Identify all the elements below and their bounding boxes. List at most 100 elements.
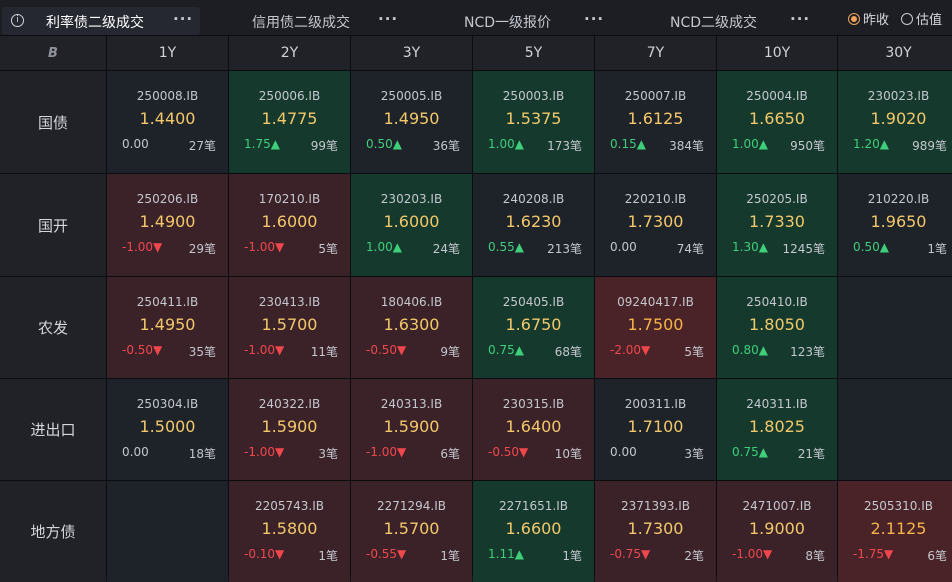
bond-cell[interactable]: 170210.IB 1.6000 -1.00▼ 5笔 [229,174,350,276]
tab-credit-bond-secondary[interactable]: 信用债二级成交 ··· [246,7,406,35]
bond-code: 170210.IB [258,192,321,206]
bond-cell[interactable]: 250411.IB 1.4950 -0.50▼ 35笔 [107,277,228,378]
trade-count: 3笔 [684,447,704,461]
bond-cell[interactable]: 250005.IB 1.4950 0.50▲ 36笔 [351,71,472,173]
bond-cell[interactable]: 2205743.IB 1.5800 -0.10▼ 1笔 [229,481,350,582]
bond-code: 210220.IB [867,192,930,206]
trade-count: 213笔 [547,242,582,256]
bond-cell[interactable]: 2371393.IB 1.7300 -0.75▼ 2笔 [595,481,716,582]
tenor-header-5y[interactable]: 5Y [473,36,594,70]
bond-cell[interactable]: 2471007.IB 1.9000 -1.00▼ 8笔 [717,481,837,582]
tenor-header-3y[interactable]: 3Y [351,36,472,70]
bond-code: 230413.IB [258,295,321,309]
bond-cell[interactable]: 240322.IB 1.5900 -1.00▼ 3笔 [229,379,350,480]
bond-cell[interactable]: 09240417.IB 1.7500 -2.00▼ 5笔 [595,277,716,378]
bond-cell[interactable]: 230023.IB 1.9020 1.20▲ 989笔 [838,71,952,173]
more-icon[interactable]: ··· [790,10,810,28]
bond-cell[interactable]: 250304.IB 1.5000 0.00 18笔 [107,379,228,480]
tenor-header-2y[interactable]: 2Y [229,36,350,70]
bond-yield: 1.5900 [383,417,440,436]
yield-change: -1.00▼ [244,445,285,459]
bond-code: 250007.IB [624,89,687,103]
bond-yield: 1.6230 [505,212,562,231]
bond-yield: 1.4950 [139,315,196,334]
bond-code: 250206.IB [136,192,199,206]
more-icon[interactable]: ··· [173,10,193,28]
bond-cell[interactable]: 220210.IB 1.7300 0.00 74笔 [595,174,716,276]
bond-yield: 1.4400 [139,109,196,128]
bond-yield: 1.5000 [139,417,196,436]
tenor-header-10y[interactable]: 10Y [717,36,837,70]
yield-change: 0.00 [122,137,149,151]
bond-code: 250410.IB [746,295,808,309]
yield-change: -1.00▼ [122,240,163,254]
bond-code: 250005.IB [380,89,443,103]
bond-yield: 1.4775 [261,109,318,128]
tenor-header-30y[interactable]: 30Y [838,36,952,70]
bond-cell[interactable]: 240311.IB 1.8025 0.75▲ 21笔 [717,379,837,480]
trade-count: 123笔 [790,345,825,359]
more-icon[interactable]: ··· [378,10,398,28]
bond-cell[interactable]: 240208.IB 1.6230 0.55▲ 213笔 [473,174,594,276]
trade-count: 5笔 [318,242,338,256]
bond-cell[interactable]: 250006.IB 1.4775 1.75▲ 99笔 [229,71,350,173]
bond-yield: 1.6400 [505,417,562,436]
row-header: 进出口 [0,379,106,480]
bond-code: 180406.IB [380,295,443,309]
top-tab-bar: i 利率债二级成交 ··· 信用债二级成交 ··· NCD一级报价 ··· NC… [0,0,952,36]
tab-ncd-secondary[interactable]: NCD二级成交 ··· [666,7,812,35]
yield-change: -0.75▼ [610,547,651,561]
tab-rate-bond-secondary[interactable]: i 利率债二级成交 ··· [2,7,200,35]
bond-cell[interactable]: 210220.IB 1.9650 0.50▲ 1笔 [838,174,952,276]
row-header: 国债 [0,71,106,173]
radio-label: 昨收 [862,13,889,28]
bond-cell[interactable]: 230315.IB 1.6400 -0.50▼ 10笔 [473,379,594,480]
radio-valuation[interactable]: 估值 [900,9,942,28]
trade-count: 950笔 [790,139,825,153]
bond-cell[interactable]: 2271651.IB 1.6600 1.11▲ 1笔 [473,481,594,582]
bond-code: 2505310.IB [863,499,934,513]
bond-cell[interactable]: 250410.IB 1.8050 0.80▲ 123笔 [717,277,837,378]
bond-cell[interactable]: 250008.IB 1.4400 0.00 27笔 [107,71,228,173]
bond-cell[interactable]: 2505310.IB 2.1125 -1.75▼ 6笔 [838,481,952,582]
bond-cell[interactable]: 250003.IB 1.5375 1.00▲ 173笔 [473,71,594,173]
bond-cell[interactable]: 200311.IB 1.7100 0.00 3笔 [595,379,716,480]
trade-count: 8笔 [805,549,825,563]
trade-count: 1笔 [318,549,338,563]
more-icon[interactable]: ··· [584,10,604,28]
bond-cell[interactable]: 230413.IB 1.5700 -1.00▼ 11笔 [229,277,350,378]
bond-code: 2471007.IB [742,499,812,513]
yield-change: 0.75▲ [488,343,524,357]
radio-prev-close[interactable]: 昨收 [847,9,889,28]
bond-cell[interactable]: 250205.IB 1.7330 1.30▲ 1245笔 [717,174,837,276]
trade-count: 384笔 [669,139,704,153]
bond-cell[interactable]: 230203.IB 1.6000 1.00▲ 24笔 [351,174,472,276]
bond-cell[interactable]: 250004.IB 1.6650 1.00▲ 950笔 [717,71,837,173]
trade-count: 10笔 [554,447,582,461]
radio-checked-icon[interactable] [847,12,860,25]
bond-yield: 1.5700 [261,315,318,334]
yield-matrix: B 1Y 2Y 3Y 5Y 7Y 10Y 30Y 国债 250008.IB 1.4400 0.00 27… [0,36,952,582]
yield-change: 1.00▲ [732,137,768,151]
tenor-header-1y[interactable]: 1Y [107,36,228,70]
trade-count: 1笔 [440,549,460,563]
bond-cell[interactable]: 240313.IB 1.5900 -1.00▼ 6笔 [351,379,472,480]
bond-yield: 1.7330 [749,212,805,231]
radio-unchecked-icon[interactable] [900,12,913,25]
bond-yield: 1.6650 [749,109,805,128]
bond-yield: 1.4900 [139,212,196,231]
bond-cell[interactable]: 2271294.IB 1.5700 -0.55▼ 1笔 [351,481,472,582]
bond-cell[interactable]: 250007.IB 1.6125 0.15▲ 384笔 [595,71,716,173]
bond-code: 250008.IB [136,89,199,103]
tab-ncd-primary-quote[interactable]: NCD一级报价 ··· [460,7,610,35]
bond-cell[interactable]: 250206.IB 1.4900 -1.00▼ 29笔 [107,174,228,276]
bond-code: 250205.IB [746,192,808,206]
info-icon[interactable]: i [11,14,24,27]
tenor-header-7y[interactable]: 7Y [595,36,716,70]
yield-change: -1.00▼ [366,445,407,459]
bond-cell[interactable]: 250405.IB 1.6750 0.75▲ 68笔 [473,277,594,378]
bond-yield: 1.8050 [749,315,805,334]
bond-yield: 1.5900 [261,417,318,436]
trade-count: 1笔 [927,242,947,256]
bond-cell[interactable]: 180406.IB 1.6300 -0.50▼ 9笔 [351,277,472,378]
